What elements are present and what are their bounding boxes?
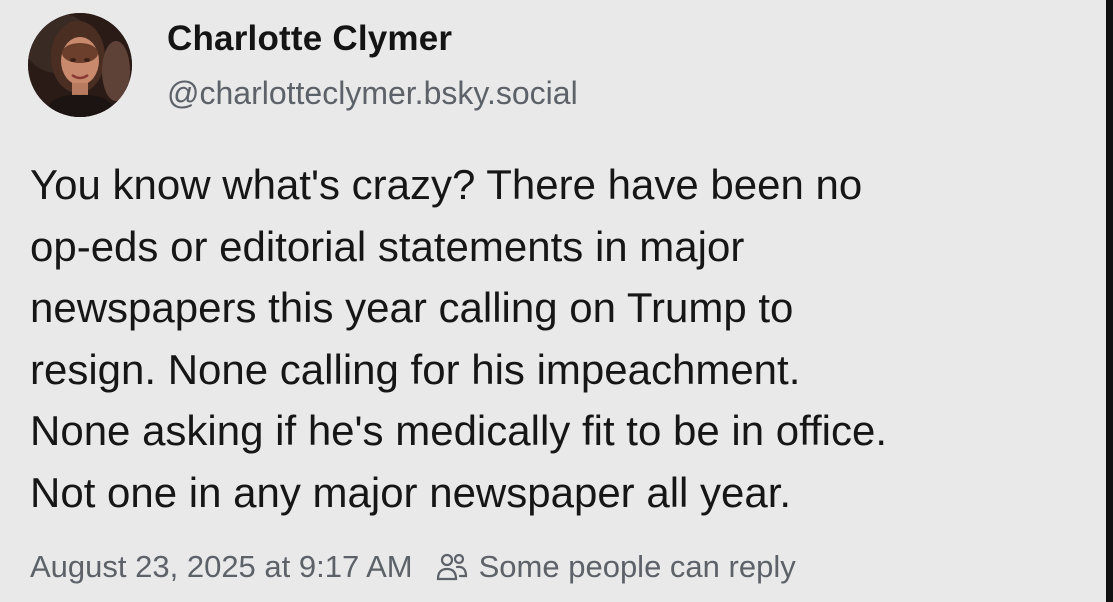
post-text-line: None asking if he's medically fit to be … [30,407,888,455]
avatar[interactable] [28,13,132,117]
post-text-line: Not one in any major newspaper all year. [30,468,792,516]
post-footer: August 23, 2025 at 9:17 AM Some people c… [30,546,796,588]
post-text-line: newspapers this year calling on Trump to [30,284,794,332]
author-handle[interactable]: @charlotteclymer.bsky.social [167,75,578,112]
avatar-photo [28,13,132,117]
screen-edge [1106,0,1113,602]
post-text-line: resign. None calling for his impeachment… [30,345,801,393]
people-icon [435,550,469,584]
author-display-name[interactable]: Charlotte Clymer [167,19,452,59]
post-text-line: You know what's crazy? There have been n… [30,161,863,208]
post-card: Charlotte Clymer @charlotteclymer.bsky.s… [0,0,1113,602]
post-text-line: op-eds or editorial statements in major [30,222,745,270]
post-timestamp[interactable]: August 23, 2025 at 9:17 AM [30,549,413,585]
reply-setting-label[interactable]: Some people can reply [479,549,796,585]
post-text: You know what's crazy? There have been n… [30,154,1090,524]
